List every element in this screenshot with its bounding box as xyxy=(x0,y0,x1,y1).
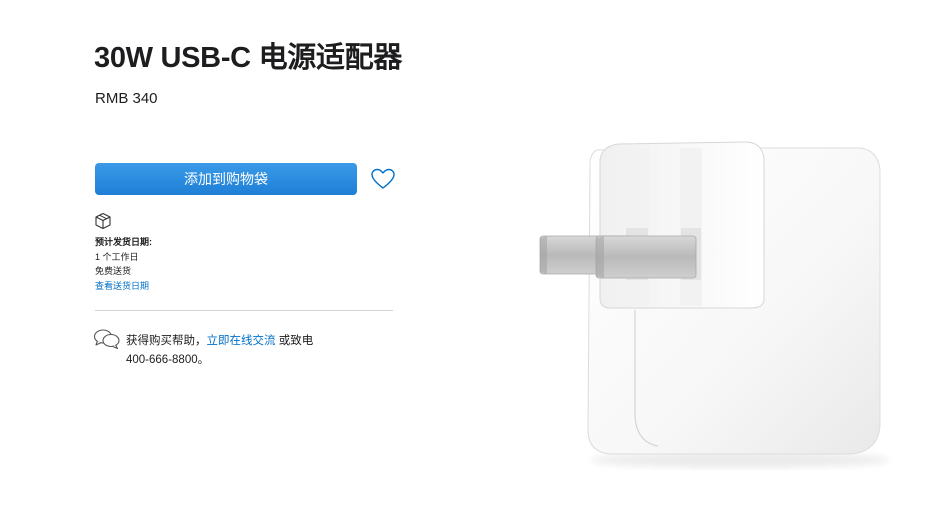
chat-bubbles-icon xyxy=(93,329,120,350)
package-box-icon xyxy=(95,212,111,230)
product-price: RMB 340 xyxy=(95,90,158,107)
add-to-bag-button[interactable]: 添加到购物袋 xyxy=(95,163,357,195)
view-delivery-dates-link[interactable]: 查看送货日期 xyxy=(95,281,149,291)
shipping-info: 预计发货日期: 1 个工作日 免费送货 查看送货日期 xyxy=(95,235,152,293)
purchase-help: 获得购买帮助，立即在线交流 或致电 400-666-8800。 xyxy=(126,332,356,370)
favorite-button[interactable] xyxy=(370,166,396,192)
heart-icon xyxy=(371,168,395,189)
free-shipping-text: 免费送货 xyxy=(95,266,132,276)
help-suffix: 或致电 xyxy=(275,335,314,347)
shipping-days: 1 个工作日 xyxy=(95,251,139,262)
help-phone: 400-666-8800。 xyxy=(126,354,210,366)
divider xyxy=(95,310,393,311)
live-chat-link[interactable]: 立即在线交流 xyxy=(207,335,276,347)
help-prefix: 获得购买帮助， xyxy=(126,335,207,347)
product-title: 30W USB-C 电源适配器 xyxy=(94,42,403,74)
shipping-label: 预计发货日期: xyxy=(95,237,152,247)
product-image xyxy=(539,141,890,468)
